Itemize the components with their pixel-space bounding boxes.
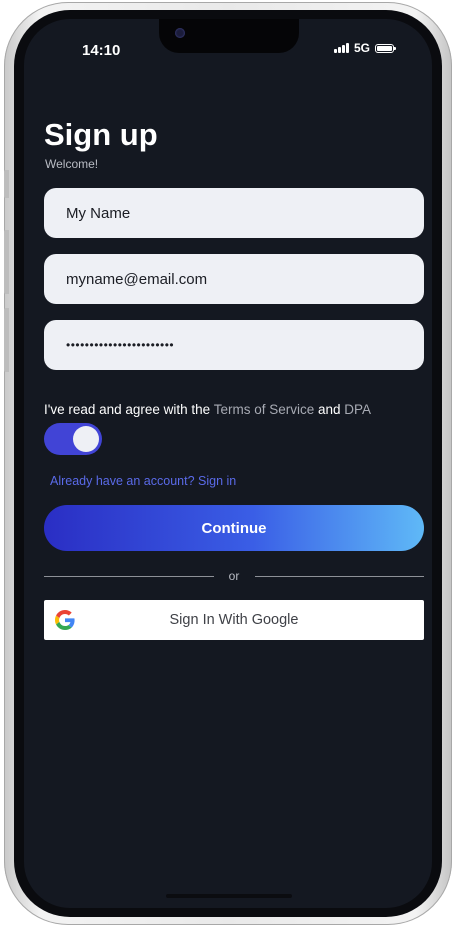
agreement-prefix: I've read and agree with the <box>44 402 214 417</box>
google-signin-button[interactable]: Sign In With Google <box>44 600 424 640</box>
google-logo-icon <box>55 610 75 630</box>
phone-screen: 14:10 5G Sign up Welcome! I've read and … <box>24 19 432 908</box>
page-title: Sign up <box>44 117 158 152</box>
terms-of-service-link[interactable]: Terms of Service <box>214 402 315 417</box>
signal-bars-icon <box>333 43 349 53</box>
page-subtitle: Welcome! <box>45 157 99 171</box>
notch <box>159 19 299 53</box>
agreement-text: I've read and agree with the Terms of Se… <box>44 402 371 417</box>
status-time: 14:10 <box>82 42 121 59</box>
agreement-conjunction: and <box>314 402 345 417</box>
front-camera-icon <box>175 28 185 38</box>
network-type: 5G <box>353 41 370 55</box>
volume-down-button <box>4 308 9 372</box>
divider-text: or <box>228 569 240 583</box>
divider-line-left <box>44 576 214 577</box>
phone-frame: 14:10 5G Sign up Welcome! I've read and … <box>4 2 452 925</box>
toggle-knob <box>73 426 99 452</box>
status-indicators: 5G <box>333 41 396 55</box>
email-input[interactable] <box>44 254 424 304</box>
continue-button[interactable]: Continue <box>44 505 424 551</box>
agreement-toggle[interactable] <box>44 423 102 455</box>
volume-up-button <box>4 230 9 294</box>
google-signin-label: Sign In With Google <box>169 612 299 628</box>
password-input[interactable] <box>44 320 424 370</box>
mute-switch <box>4 170 9 198</box>
dpa-link[interactable]: DPA <box>344 402 371 417</box>
home-indicator[interactable] <box>166 894 292 898</box>
divider-line-right <box>255 576 424 577</box>
name-input[interactable] <box>44 188 424 238</box>
signin-link[interactable]: Already have an account? Sign in <box>50 474 236 488</box>
battery-icon <box>375 43 396 53</box>
